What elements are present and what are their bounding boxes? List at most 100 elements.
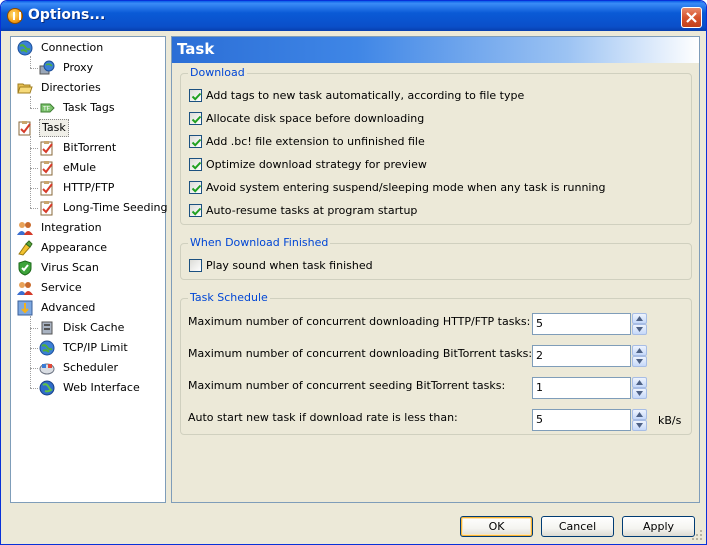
window-title: Options... (28, 7, 106, 23)
options-dialog: Options... Connection Proxy Directories … (0, 0, 707, 545)
spin-up-button[interactable] (632, 409, 647, 420)
auto-start-rate-spinner[interactable] (632, 409, 647, 431)
task-clipboard-icon (18, 121, 31, 136)
schedule-label: Maximum number of concurrent seeding Bit… (188, 379, 506, 392)
max-seeding-spinner[interactable] (632, 377, 647, 399)
tree-line (30, 328, 38, 329)
download-group: Download Add tags to new task automatica… (180, 66, 692, 225)
scheduler-icon (39, 363, 55, 375)
arrow-up-icon (636, 316, 643, 321)
checkbox-box[interactable] (189, 158, 202, 171)
checkmark-icon (191, 161, 202, 170)
paint-icon (18, 240, 33, 256)
spin-down-button[interactable] (632, 356, 647, 367)
tree-line (30, 368, 38, 369)
cancel-button[interactable]: Cancel (541, 516, 614, 537)
tree-item-label: Proxy (63, 61, 94, 74)
globe-network-icon (39, 340, 55, 356)
globe-icon (39, 380, 55, 396)
panel-title: Task (177, 40, 215, 58)
checkmark-icon (191, 92, 202, 101)
tree-item-label: Integration (41, 221, 102, 234)
arrow-up-icon (636, 380, 643, 385)
checkmark-icon (191, 184, 202, 193)
users-icon (17, 222, 33, 235)
close-button[interactable] (681, 7, 702, 28)
checkbox-label: Avoid system entering suspend/sleeping m… (206, 181, 606, 194)
checkmark-icon (191, 138, 202, 147)
checkbox-box[interactable] (189, 204, 202, 217)
proxy-globe-icon (39, 60, 55, 75)
tree-item-label: BitTorrent (63, 141, 117, 154)
task-schedule-group: Task Schedule Maximum number of concurre… (180, 291, 692, 435)
arrow-up-icon (636, 412, 643, 417)
checkbox-label: Add .bc! file extension to unfinished fi… (206, 135, 425, 148)
options-tree[interactable]: Connection Proxy Directories TF Task Tag… (10, 36, 168, 503)
app-logo-icon (7, 8, 23, 24)
arrow-down-icon (636, 391, 643, 396)
tree-line (30, 208, 38, 209)
apply-button[interactable]: Apply (622, 516, 695, 537)
task-clipboard-icon (40, 141, 53, 156)
tree-item-label: Scheduler (63, 361, 119, 374)
title-bar[interactable]: Options... (1, 1, 706, 31)
spin-up-button[interactable] (632, 377, 647, 388)
spin-down-button[interactable] (632, 324, 647, 335)
max-bittorrent-download-input[interactable]: 2 (532, 345, 631, 367)
checkbox-box[interactable] (189, 112, 202, 125)
schedule-label: Maximum number of concurrent downloading… (188, 315, 531, 328)
tree-item-label: Web Interface (63, 381, 140, 394)
tree-item-label: Virus Scan (41, 261, 99, 274)
tree-line (30, 96, 31, 108)
tree-item-label: HTTP/FTP (63, 181, 115, 194)
tree-item-label: eMule (63, 161, 97, 174)
max-http-ftp-spinner[interactable] (632, 313, 647, 335)
spin-down-button[interactable] (632, 420, 647, 431)
spin-up-button[interactable] (632, 345, 647, 356)
tree-item-label: Service (41, 281, 82, 294)
tree-line (30, 348, 38, 349)
max-bittorrent-download-spinner[interactable] (632, 345, 647, 367)
svg-text:TF: TF (42, 106, 51, 113)
arrow-up-icon (636, 348, 643, 353)
advanced-gear-icon (17, 300, 33, 316)
ok-button[interactable]: OK (460, 516, 533, 537)
close-icon (686, 12, 697, 23)
tree-item-label: Directories (41, 81, 101, 94)
download-finished-group: When Download Finished Play sound when t… (180, 236, 692, 280)
folder-open-icon (17, 83, 33, 94)
spin-up-button[interactable] (632, 313, 647, 324)
checkbox-box[interactable] (189, 89, 202, 102)
max-http-ftp-input[interactable]: 5 (532, 313, 631, 335)
task-clipboard-icon (40, 181, 53, 196)
checkbox-label: Auto-resume tasks at program startup (206, 204, 418, 217)
tree-item-label: Disk Cache (63, 321, 125, 334)
tree-item-label: TCP/IP Limit (63, 341, 128, 354)
spin-down-button[interactable] (632, 388, 647, 399)
group-title: When Download Finished (188, 236, 331, 249)
checkbox-box[interactable] (189, 181, 202, 194)
globe-network-icon (17, 40, 33, 56)
disk-cache-icon (41, 321, 53, 335)
auto-start-rate-input[interactable]: 5 (532, 409, 631, 431)
task-settings-panel: Task Download Add tags to new task autom… (171, 36, 700, 503)
resize-grip-icon[interactable] (691, 529, 703, 541)
tree-item-label: Task (39, 119, 69, 137)
tree-item-label: Advanced (41, 301, 96, 314)
arrow-down-icon (636, 423, 643, 428)
tree-line (30, 56, 31, 68)
tree-item-label: Connection (41, 41, 104, 54)
checkbox-label: Optimize download strategy for preview (206, 158, 427, 171)
tree-line (30, 316, 31, 388)
checkmark-icon (191, 115, 202, 124)
tree-item-label: Appearance (41, 241, 108, 254)
tree-line (30, 68, 38, 69)
max-seeding-input[interactable]: 1 (532, 377, 631, 399)
tree-item-label: Task Tags (63, 101, 115, 114)
group-title: Task Schedule (188, 291, 270, 304)
task-clipboard-icon (40, 161, 53, 176)
tree-line (30, 168, 38, 169)
schedule-label: Maximum number of concurrent downloading… (188, 347, 533, 360)
checkbox-box[interactable] (189, 259, 202, 272)
checkbox-box[interactable] (189, 135, 202, 148)
